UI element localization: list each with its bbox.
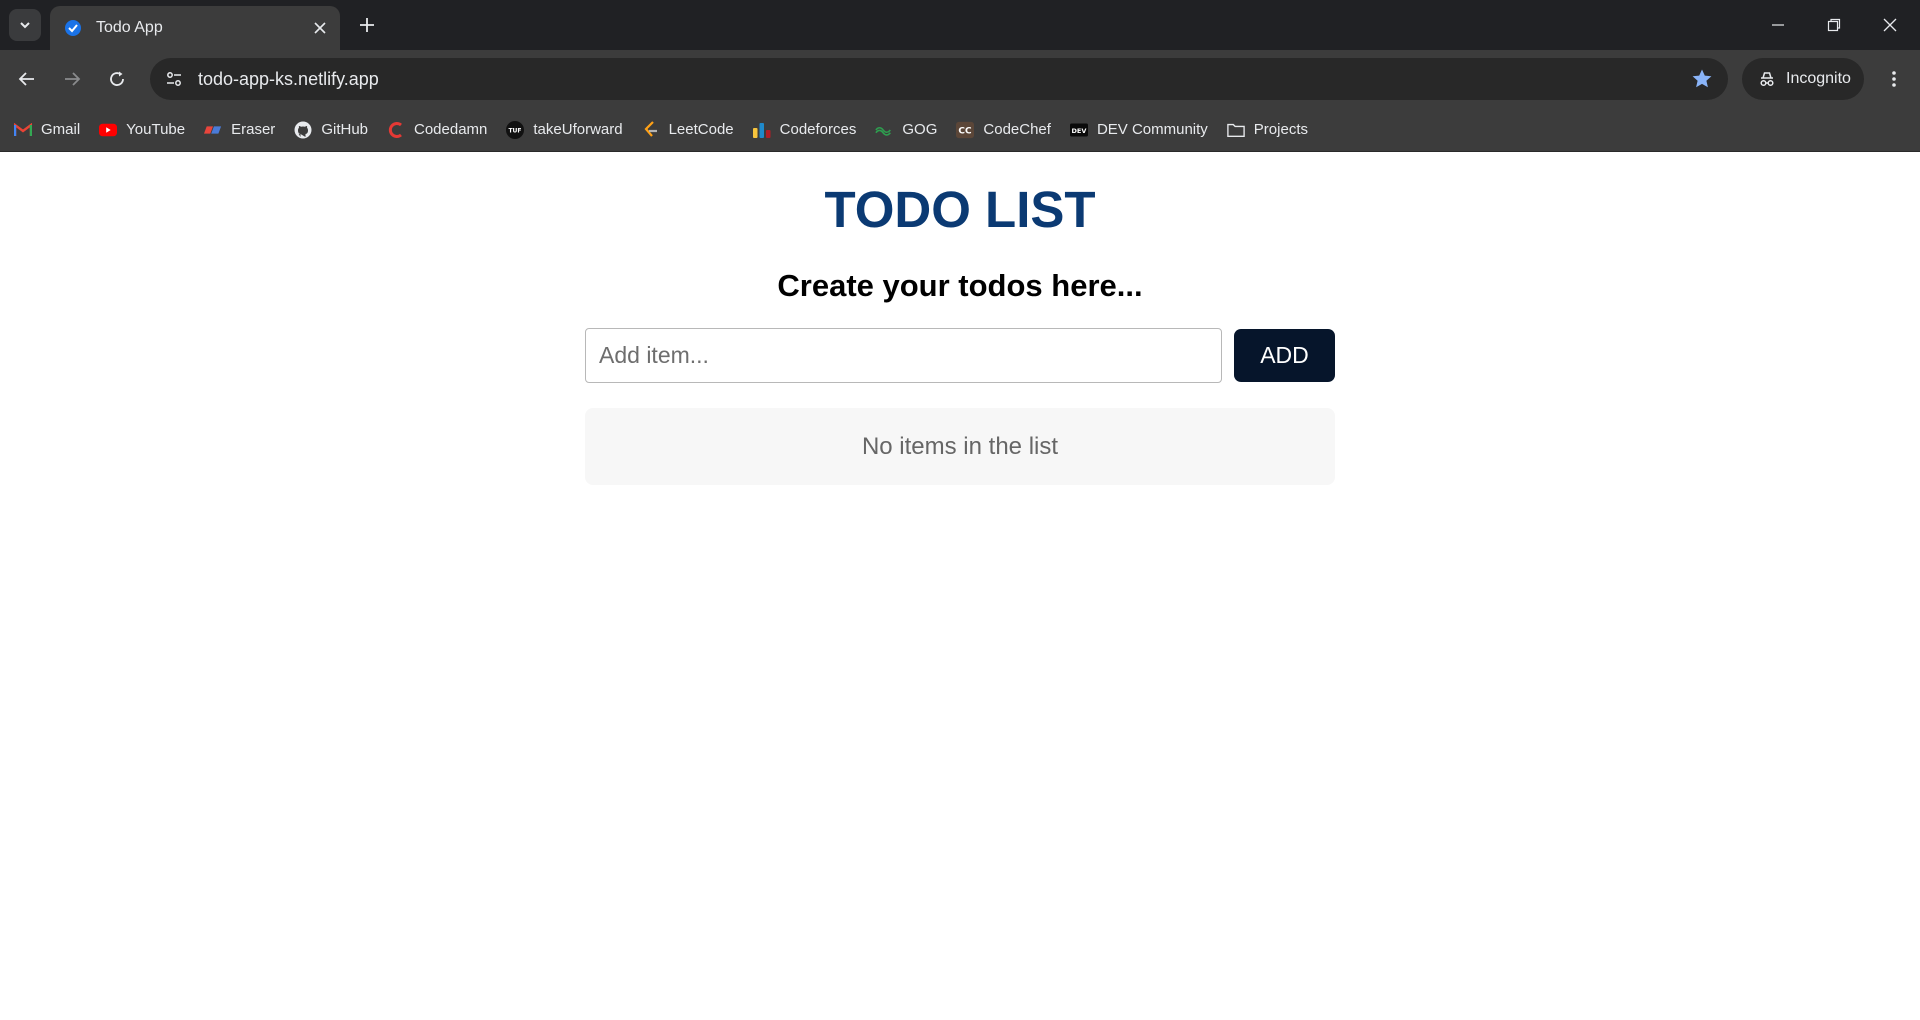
- browser-menu-button[interactable]: [1876, 61, 1912, 97]
- takeuforward-icon: TUF: [506, 120, 525, 139]
- arrow-right-icon: [65, 72, 81, 86]
- bookmark-eraser[interactable]: Eraser: [204, 115, 275, 145]
- svg-text:CC: CC: [959, 126, 973, 136]
- bookmark-takeuforward[interactable]: TUF takeUforward: [506, 115, 623, 145]
- minimize-icon: [1772, 24, 1784, 26]
- page-subtitle: Create your todos here...: [777, 268, 1143, 303]
- bookmark-dev-community[interactable]: DEV DEV Community: [1069, 115, 1208, 145]
- bookmark-gmail[interactable]: Gmail: [14, 115, 80, 145]
- restore-button[interactable]: [1806, 0, 1862, 50]
- incognito-label: Incognito: [1786, 70, 1851, 87]
- close-icon: [1883, 18, 1897, 32]
- bookmark-codechef[interactable]: CC CodeChef: [956, 115, 1051, 145]
- tab-title: Todo App: [96, 19, 163, 36]
- browser-toolbar: todo-app-ks.netlify.app Incognito: [0, 50, 1920, 108]
- plus-icon: [360, 18, 374, 32]
- add-button[interactable]: ADD: [1234, 329, 1335, 382]
- eraser-icon: [204, 121, 222, 139]
- bookmark-codedamn[interactable]: Codedamn: [387, 115, 487, 145]
- github-icon: [294, 121, 312, 139]
- reload-icon: [110, 71, 124, 86]
- dev-icon: DEV: [1069, 121, 1088, 139]
- minimize-button[interactable]: [1750, 0, 1806, 50]
- bookmarks-bar: Gmail YouTube Eraser GitHub Codedamn TUF…: [0, 108, 1920, 152]
- site-info-icon[interactable]: [158, 63, 190, 95]
- svg-text:TUF: TUF: [509, 127, 522, 134]
- page-content: TODO LIST Create your todos here... ADD …: [0, 152, 1920, 1020]
- codedamn-icon: [387, 121, 405, 139]
- svg-text:DEV: DEV: [1071, 126, 1087, 134]
- leetcode-icon: [642, 120, 660, 139]
- page-title: TODO LIST: [824, 181, 1096, 238]
- close-window-button[interactable]: [1862, 0, 1918, 50]
- tab-todo-app[interactable]: Todo App: [50, 6, 340, 50]
- gog-icon: [875, 121, 893, 139]
- bookmark-github[interactable]: GitHub: [294, 115, 368, 145]
- incognito-icon: [1760, 72, 1774, 87]
- add-item-input[interactable]: [585, 328, 1222, 383]
- todo-favicon-icon: [65, 20, 81, 36]
- bookmark-star-icon[interactable]: [1690, 67, 1714, 91]
- youtube-icon: [99, 121, 118, 139]
- bookmark-gog[interactable]: GOG: [875, 115, 937, 145]
- codechef-icon: CC: [956, 121, 975, 139]
- incognito-indicator[interactable]: Incognito: [1742, 58, 1864, 100]
- back-button[interactable]: [9, 61, 45, 97]
- new-tab-button[interactable]: [352, 10, 382, 40]
- arrow-left-icon: [18, 72, 34, 86]
- tab-bar: Todo App: [0, 0, 1920, 50]
- close-tab-icon[interactable]: [310, 18, 330, 38]
- codeforces-icon: [752, 121, 771, 139]
- bookmark-leetcode[interactable]: LeetCode: [642, 115, 734, 145]
- tab-search-button[interactable]: [9, 9, 41, 41]
- empty-message: No items in the list: [861, 432, 1059, 460]
- chevron-down-icon: [20, 22, 30, 29]
- forward-button[interactable]: [54, 61, 90, 97]
- address-bar[interactable]: todo-app-ks.netlify.app: [150, 58, 1728, 100]
- folder-icon: [1227, 121, 1245, 139]
- reload-button[interactable]: [99, 61, 135, 97]
- gmail-icon: [14, 121, 32, 139]
- url-text: todo-app-ks.netlify.app: [198, 68, 379, 89]
- more-vertical-icon: [1892, 71, 1896, 87]
- bookmark-codeforces[interactable]: Codeforces: [752, 115, 856, 145]
- todo-list-empty-state: No items in the list: [585, 408, 1335, 485]
- bookmark-youtube[interactable]: YouTube: [99, 115, 185, 145]
- restore-icon: [1827, 18, 1841, 32]
- bookmark-folder-projects[interactable]: Projects: [1227, 115, 1308, 145]
